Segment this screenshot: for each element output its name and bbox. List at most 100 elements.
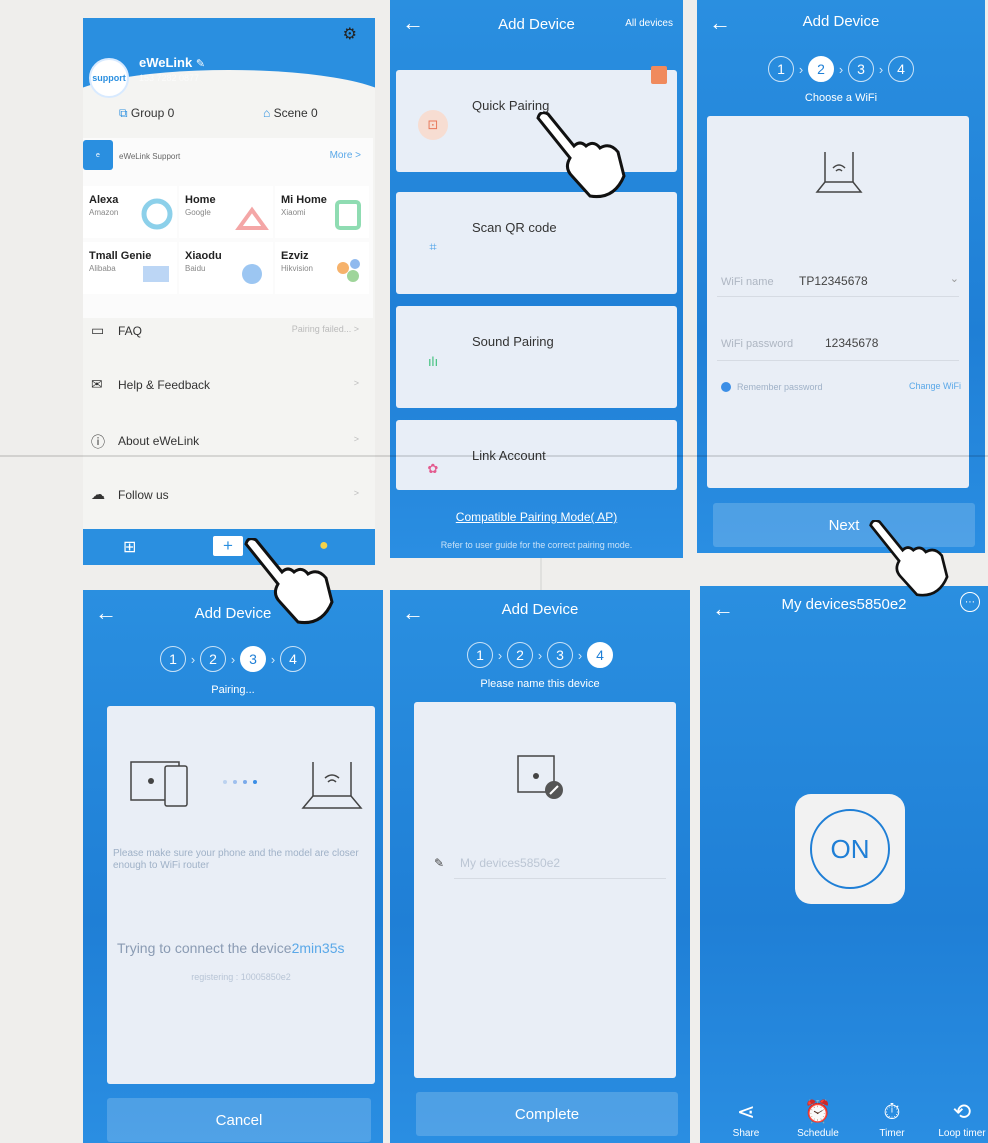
schedule-action[interactable]: ⏰ Schedule <box>788 1099 848 1139</box>
next-button[interactable]: Next <box>713 503 975 547</box>
tmall-logo-icon <box>143 266 169 282</box>
name-device-screen: ← Add Device 1 › 2 › 3 › 4 Please name this… <box>390 590 690 1143</box>
countdown-timer: 2min35s <box>291 940 345 956</box>
edit-icon[interactable]: ✎ <box>196 58 205 70</box>
step-2: 2 <box>200 646 226 672</box>
service-tile-google-home[interactable]: Home Google <box>179 186 273 238</box>
loop-timer-action[interactable]: ⟲ Loop timer <box>932 1099 988 1139</box>
step-indicator: 1 › 2 › 3 › 4 <box>697 56 985 82</box>
remember-label: Remember password <box>737 382 823 392</box>
more-link[interactable]: More > <box>330 150 361 161</box>
divider <box>717 360 959 361</box>
scene-link[interactable]: ⌂ Scene 0 <box>263 106 318 120</box>
wifi-password-field[interactable]: 12345678 <box>825 336 878 350</box>
qr-scan-icon: ⌗ <box>429 239 437 254</box>
menu-item-follow[interactable]: ☁ Follow us > <box>83 468 375 522</box>
remember-checkbox[interactable] <box>721 382 731 392</box>
scan-qr-option[interactable]: ⌗ Scan QR code <box>396 192 677 294</box>
name-card: ✎ My devices5850e2 <box>414 702 676 1078</box>
profile-screen: ⚙ support eWeLink ✎ 153 7282 0877 ⧉ Grou… <box>83 18 375 565</box>
menu-item-about[interactable]: ⓘ About eWeLink > <box>83 414 375 468</box>
pairing-screen: ← Add Device 1 › 2 › 3 › 4 Pairing... Pleas… <box>83 590 383 1143</box>
info-icon: ⓘ <box>91 434 105 450</box>
step-3: 3 <box>547 642 573 668</box>
pairing-card: Please make sure your phone and the mode… <box>107 706 375 1084</box>
device-name-input[interactable]: My devices5850e2 <box>460 856 560 870</box>
step-4: 4 <box>888 56 914 82</box>
step-3: 3 <box>240 646 266 672</box>
device-to-router-illustration <box>130 761 363 809</box>
service-tile-ezviz[interactable]: Ezviz Hikvision <box>275 242 369 294</box>
add-device-method-screen: ← Add Device All devices ⊡ Quick Pairing… <box>390 0 683 558</box>
recommend-badge <box>651 66 667 84</box>
mail-icon: ✉ <box>91 376 103 392</box>
all-devices-link[interactable]: All devices <box>625 18 673 29</box>
devices-grid-icon[interactable]: ⊞ <box>123 537 136 557</box>
screen-title: Add Device <box>501 601 579 618</box>
avatar[interactable]: support <box>89 58 129 98</box>
menu-item-faq[interactable]: ▭ FAQ Pairing failed... > <box>83 304 375 358</box>
device-control-screen: ← My devices5850e2 ⋯ ON ⋖ Share ⏰ Schedule… <box>700 586 988 1143</box>
device-title: My devices5850e2 <box>781 596 907 613</box>
sound-wave-icon: ılı <box>427 353 439 369</box>
registering-status: registering : 10005850e2 <box>191 972 291 982</box>
profile-icon[interactable]: ● <box>319 537 329 555</box>
power-button[interactable]: ON <box>810 809 890 889</box>
paper-fold-horizontal <box>0 455 988 457</box>
support-logo: e <box>83 140 113 170</box>
trying-message: Trying to connect the device2min35s <box>117 940 345 956</box>
refer-note: Refer to user guide for the correct pair… <box>440 540 633 550</box>
step-3: 3 <box>848 56 874 82</box>
service-tile-mi-home[interactable]: Mi Home Xiaomi <box>275 186 369 238</box>
step-subtitle: Choose a WiFi <box>804 92 878 104</box>
more-options-icon[interactable]: ⋯ <box>960 592 980 612</box>
router-icon <box>815 152 863 193</box>
quick-pairing-icon: ⊡ <box>418 110 448 140</box>
pencil-icon: ✎ <box>434 856 445 870</box>
alarm-clock-icon: ⏰ <box>804 1099 832 1124</box>
alexa-logo-icon <box>141 198 173 230</box>
sound-pairing-option[interactable]: ılı Sound Pairing <box>396 306 677 408</box>
share-action[interactable]: ⋖ Share <box>716 1099 776 1139</box>
wifi-name-field[interactable]: TP12345678 <box>799 274 868 288</box>
choose-wifi-screen: ← Add Device 1 › 2 › 3 › 4 Choose a WiFi Wi… <box>697 0 985 553</box>
screen-title: Add Device <box>194 605 272 622</box>
share-icon: ⋖ <box>736 1099 756 1124</box>
service-name: eWeLink Support <box>119 152 181 161</box>
menu-item-help[interactable]: ✉ Help & Feedback > <box>83 358 375 412</box>
compatible-mode-link[interactable]: Compatible Pairing Mode( AP) <box>390 510 683 524</box>
change-wifi-link[interactable]: Change WiFi <box>909 381 961 391</box>
faq-icon: ▭ <box>91 322 105 338</box>
step-indicator: 1 › 2 › 3 › 4 <box>390 642 690 668</box>
service-tile-tmall-genie[interactable]: Tmall Genie Alibaba <box>83 242 177 294</box>
wifi-form-card: WiFi name TP12345678 ⌄ WiFi password 123… <box>707 116 969 488</box>
google-home-logo-icon <box>235 206 269 230</box>
quick-pairing-option[interactable]: ⊡ Quick Pairing <box>396 66 677 172</box>
add-device-button[interactable]: + <box>213 536 243 556</box>
step-subtitle: Pairing... <box>211 684 255 696</box>
step-1: 1 <box>160 646 186 672</box>
group-icon: ⧉ <box>119 106 128 120</box>
gear-icon[interactable]: ⚙ <box>343 24 357 44</box>
complete-button[interactable]: Complete <box>416 1092 678 1136</box>
service-tile-xiaodu[interactable]: Xiaodu Baidu <box>179 242 273 294</box>
service-header: e eWeLink Support More > <box>83 138 373 178</box>
wifi-name-label: WiFi name <box>721 276 774 288</box>
cancel-button[interactable]: Cancel <box>107 1098 371 1142</box>
ezviz-logo-icon <box>337 259 360 282</box>
service-tile-alexa[interactable]: Alexa Amazon <box>83 186 177 238</box>
chevron-down-icon[interactable]: ⌄ <box>950 272 959 285</box>
home-icon: ⌂ <box>263 106 271 120</box>
device-edit-icon <box>517 755 563 799</box>
wifi-password-label: WiFi password <box>721 338 794 350</box>
group-link[interactable]: ⧉ Group 0 <box>119 106 174 121</box>
power-toggle[interactable]: ON <box>795 794 905 904</box>
bottom-tab-bar: ⊞ + ● <box>83 529 375 565</box>
timer-action[interactable]: ⏱ Timer <box>862 1099 922 1139</box>
pairing-tip: Please make sure your phone and the mode… <box>113 848 359 871</box>
mi-home-logo-icon <box>335 200 361 230</box>
screen-title: Add Device <box>802 13 880 30</box>
step-1: 1 <box>768 56 794 82</box>
divider <box>717 296 959 297</box>
nest-logo-icon: ✿ <box>427 461 439 476</box>
